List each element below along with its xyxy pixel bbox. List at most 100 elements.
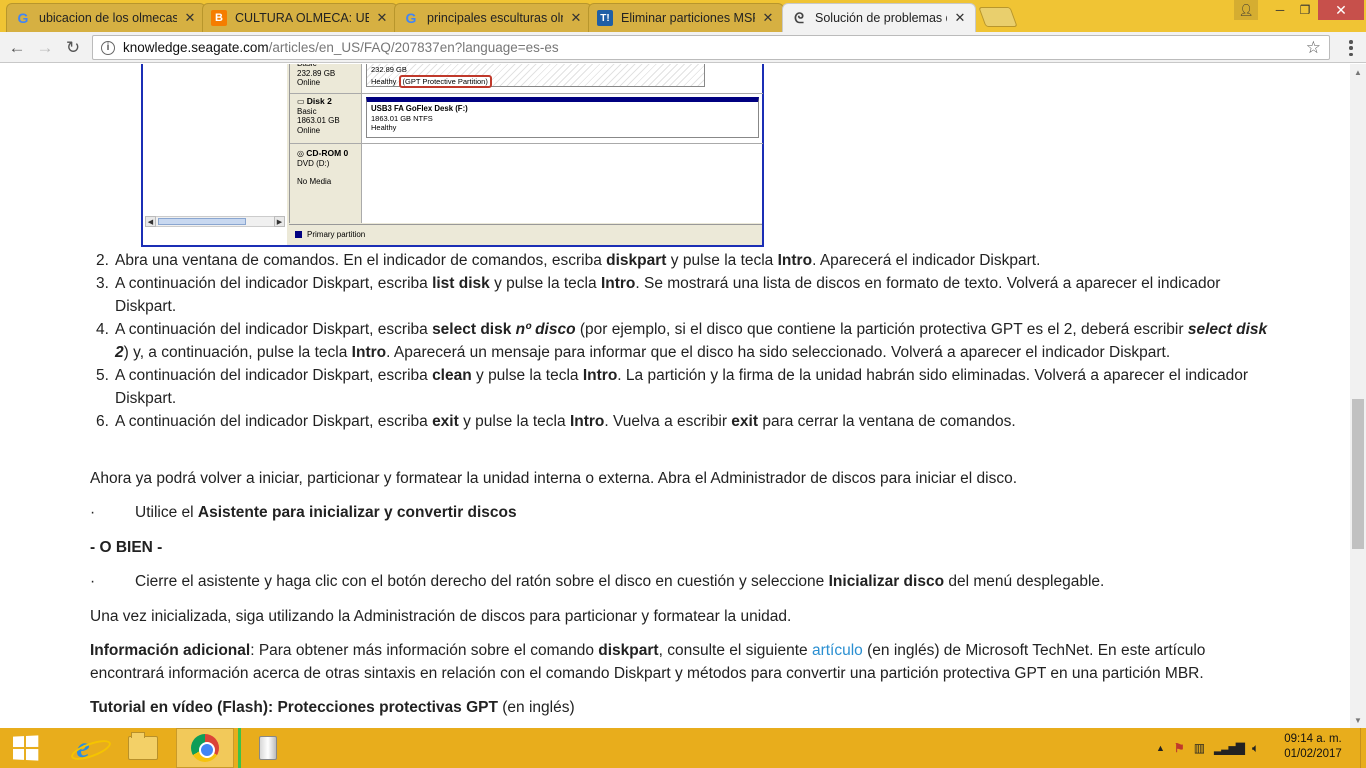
restore-icon: ❐ (1299, 3, 1311, 17)
info-icon[interactable]: i (101, 40, 115, 55)
tab-5-active[interactable]: ᘓ Solución de problemas de ✕ (782, 3, 976, 32)
network-adapter-icon[interactable]: ▥ (1194, 741, 1205, 755)
scroll-up-icon[interactable]: ▲ (1350, 64, 1366, 80)
step-command: nº disco (515, 321, 576, 338)
tab-title: ubicacion de los olmecas (39, 11, 177, 25)
close-tab-icon[interactable]: ✕ (569, 10, 583, 26)
arrow-right-icon: → (36, 38, 54, 57)
scroll-down-icon[interactable]: ▼ (1350, 712, 1366, 728)
scroll-thumb[interactable] (1352, 399, 1364, 549)
windows-taskbar: e ▲ ⚑ ▥ ▂▃▅▇ 🔈︎ 09:14 a. m. 01/02/2017 (0, 728, 1366, 768)
system-clock[interactable]: 09:14 a. m. 01/02/2017 (1284, 732, 1342, 762)
step-command: Intro (777, 252, 813, 269)
bookmark-star-icon[interactable]: ☆ (1306, 38, 1321, 58)
scroll-thumb (158, 218, 246, 225)
initialize-disk-text: Inicializar disco (828, 573, 945, 590)
app-taskbar-button[interactable] (238, 728, 296, 768)
bullet-dot: · (90, 504, 96, 521)
action-center-flag-icon[interactable]: ⚑ (1174, 741, 1185, 755)
back-button[interactable]: ← (6, 37, 28, 59)
chrome-taskbar-button[interactable] (176, 728, 234, 768)
tab-3[interactable]: G principales esculturas olmecas ✕ (394, 3, 592, 32)
tab-4[interactable]: T! Eliminar particiones MSR ✕ (588, 3, 784, 32)
internet-explorer-icon: e (76, 731, 90, 764)
close-tab-icon[interactable]: ✕ (761, 10, 775, 26)
step-text: . Aparecerá el indicador Diskpart. (812, 252, 1041, 269)
signal-bars-icon[interactable]: ▂▃▅▇ (1214, 741, 1245, 755)
chrome-menu-icon[interactable] (1342, 39, 1360, 57)
info-text-1: : Para obtener más información sobre el … (250, 642, 599, 659)
volume-icon[interactable]: 🔈︎ (1252, 741, 1259, 756)
partition-legend: Primary partition (289, 224, 762, 245)
t-icon: T! (597, 10, 613, 26)
scroll-right-icon: ▶ (274, 216, 285, 227)
legend-label: Primary partition (307, 230, 366, 239)
bullet-text: Cierre el asistente y haga clic con el b… (135, 573, 829, 590)
step-command: Intro (351, 344, 387, 361)
address-bar[interactable]: i knowledge.seagate.com/articles/en_US/F… (92, 35, 1330, 60)
step-text: A continuación del indicador Diskpart, e… (115, 413, 433, 430)
step-text: A continuación del indicador Diskpart, e… (115, 275, 433, 292)
tab-1[interactable]: G ubicacion de los olmecas ✕ (6, 3, 206, 32)
internet-explorer-button[interactable]: e (58, 728, 108, 768)
user-profile-button[interactable]: 👤︎ (1234, 0, 1258, 20)
cdrom-row: ◎ CD-ROM 0 DVD (D:) No Media (290, 144, 763, 196)
close-window-button[interactable]: ✕ (1318, 0, 1364, 20)
step-item: 4. A continuación del indicador Diskpart,… (96, 318, 1275, 364)
step-text: A continuación del indicador Diskpart, e… (115, 321, 433, 338)
volume-status-line: Healthy (GPT Protective Partition) (371, 74, 700, 88)
technet-article-link[interactable]: artículo (812, 642, 863, 659)
page-scrollbar[interactable]: ▲ ▼ (1350, 64, 1366, 728)
close-tab-icon[interactable]: ✕ (375, 10, 389, 26)
reload-button[interactable]: ↻ (62, 37, 84, 59)
close-icon: ✕ (1335, 1, 1347, 18)
cdrom-name-line: ◎ CD-ROM 0 (297, 148, 361, 159)
step-command: Intro (582, 367, 618, 384)
forward-button[interactable]: → (34, 37, 56, 59)
show-desktop-button[interactable] (1360, 728, 1366, 768)
blogger-icon: B (211, 10, 227, 26)
step-item: 3. A continuación del indicador Diskpart,… (96, 272, 1275, 318)
or-divider: - O BIEN - (90, 539, 163, 556)
gpt-highlight: (GPT Protective Partition) (398, 74, 492, 88)
primary-partition-swatch (295, 231, 302, 238)
step-command: exit (432, 413, 459, 430)
volume-size: 232.89 GB (371, 65, 407, 74)
show-hidden-icons-icon[interactable]: ▲ (1156, 743, 1165, 753)
tutorial-line: Tutorial en vídeo (Flash): Protecciones … (90, 696, 1270, 719)
disk-management-screenshot: ◀ ▶ Basic 232.89 GB Online 232.89 GB Hea… (141, 64, 764, 247)
cdrom-drive: DVD (D:) (297, 158, 330, 168)
url-host: knowledge.seagate.com (123, 40, 269, 55)
tab-2[interactable]: B CULTURA OLMECA: UBICACIÓN ✕ (202, 3, 398, 32)
disk-status: Online (297, 125, 321, 135)
restore-button[interactable]: ❐ (1294, 0, 1316, 20)
steps-list: 2. Abra una ventana de comandos. En el in… (96, 249, 1275, 433)
disk-size: 1863.01 GB (297, 116, 340, 125)
page-content: ◀ ▶ Basic 232.89 GB Online 232.89 GB Hea… (0, 64, 1350, 728)
volume-status: Healthy (371, 123, 397, 132)
info-cmd: diskpart (598, 642, 659, 659)
minimize-button[interactable]: ─ (1266, 0, 1294, 20)
disk-map-pane: Basic 232.89 GB Online 232.89 GB Healthy… (289, 64, 763, 223)
step-text: y pulse la tecla (471, 367, 583, 384)
disk-1-row: Basic 232.89 GB Online 232.89 GB Healthy… (290, 64, 763, 94)
step-text: para cerrar la ventana de comandos. (758, 413, 1016, 430)
bullet-text: Utilice el (135, 504, 198, 521)
volume-name: USB3 FA GoFlex Desk (F:) (371, 104, 468, 113)
bullet-initialize: · Cierre el asistente y haga clic con el … (90, 570, 1270, 593)
file-explorer-button[interactable] (118, 728, 168, 768)
new-tab-button[interactable] (978, 7, 1018, 27)
step-command: select disk (432, 321, 516, 338)
url-path: /articles/en_US/FAQ/207837en?language=es… (268, 40, 559, 55)
close-tab-icon[interactable]: ✕ (953, 10, 967, 26)
chrome-icon (191, 734, 219, 762)
step-number: 6. (96, 413, 109, 430)
close-tab-icon[interactable]: ✕ (183, 10, 197, 26)
minimize-icon: ─ (1275, 3, 1285, 17)
start-button[interactable] (0, 728, 50, 768)
step-text: y pulse la tecla (489, 275, 601, 292)
disk-2-row: ▭ Disk 2 Basic 1863.01 GB Online USB3 FA… (290, 94, 763, 144)
volume-fs: 1863.01 GB NTFS (371, 113, 433, 123)
tab-title: Eliminar particiones MSR (621, 11, 755, 25)
disk-name-line: ▭ Disk 2 (297, 96, 361, 107)
